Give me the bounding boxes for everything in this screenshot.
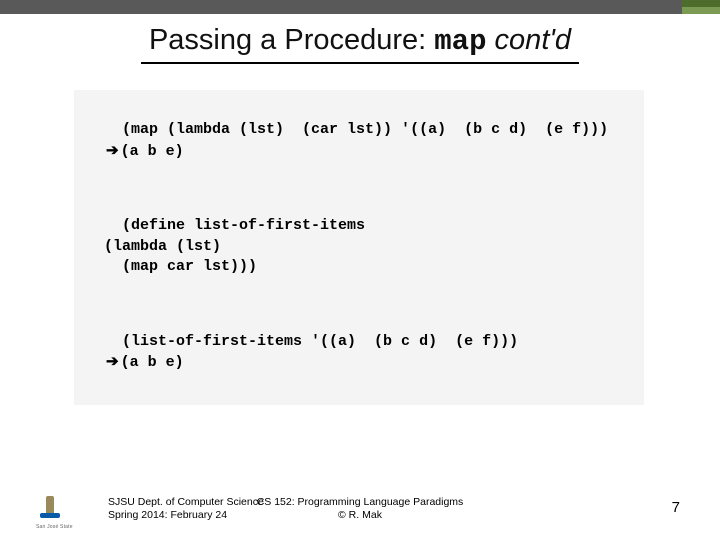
title-prefix: Passing a Procedure:	[149, 24, 434, 56]
code-line: (lambda (lst)	[86, 238, 221, 255]
code-line: (map car lst)))	[86, 258, 257, 275]
code-line: (define list-of-first-items	[122, 217, 365, 234]
footer-center: CS 152: Programming Language Paradigms ©…	[0, 496, 720, 522]
footer-center-line2: © R. Mak	[0, 509, 720, 522]
arrow-icon: ➔	[86, 141, 121, 161]
title-wrap: Passing a Procedure: map cont'd	[0, 24, 720, 64]
code-block: (map (lambda (lst) (car lst)) '((a) (b c…	[74, 90, 644, 405]
top-bar-accent	[682, 7, 720, 14]
title-code: map	[434, 25, 486, 58]
sjsu-logo-text: San José State	[36, 524, 73, 530]
footer-center-line1: CS 152: Programming Language Paradigms	[0, 496, 720, 509]
top-bar-accent	[682, 0, 720, 7]
arrow-icon: ➔	[86, 352, 121, 372]
footer: San José State SJSU Dept. of Computer Sc…	[0, 486, 720, 526]
page-number: 7	[672, 499, 680, 516]
code-result: (a b e)	[121, 143, 184, 160]
title-suffix: cont'd	[487, 24, 572, 56]
code-line: (list-of-first-items '((a) (b c d) (e f)…	[122, 333, 518, 350]
code-line: (map (lambda (lst) (car lst)) '((a) (b c…	[122, 121, 608, 138]
top-bar	[0, 0, 720, 14]
slide-title: Passing a Procedure: map cont'd	[141, 24, 579, 64]
code-result: (a b e)	[121, 354, 184, 371]
